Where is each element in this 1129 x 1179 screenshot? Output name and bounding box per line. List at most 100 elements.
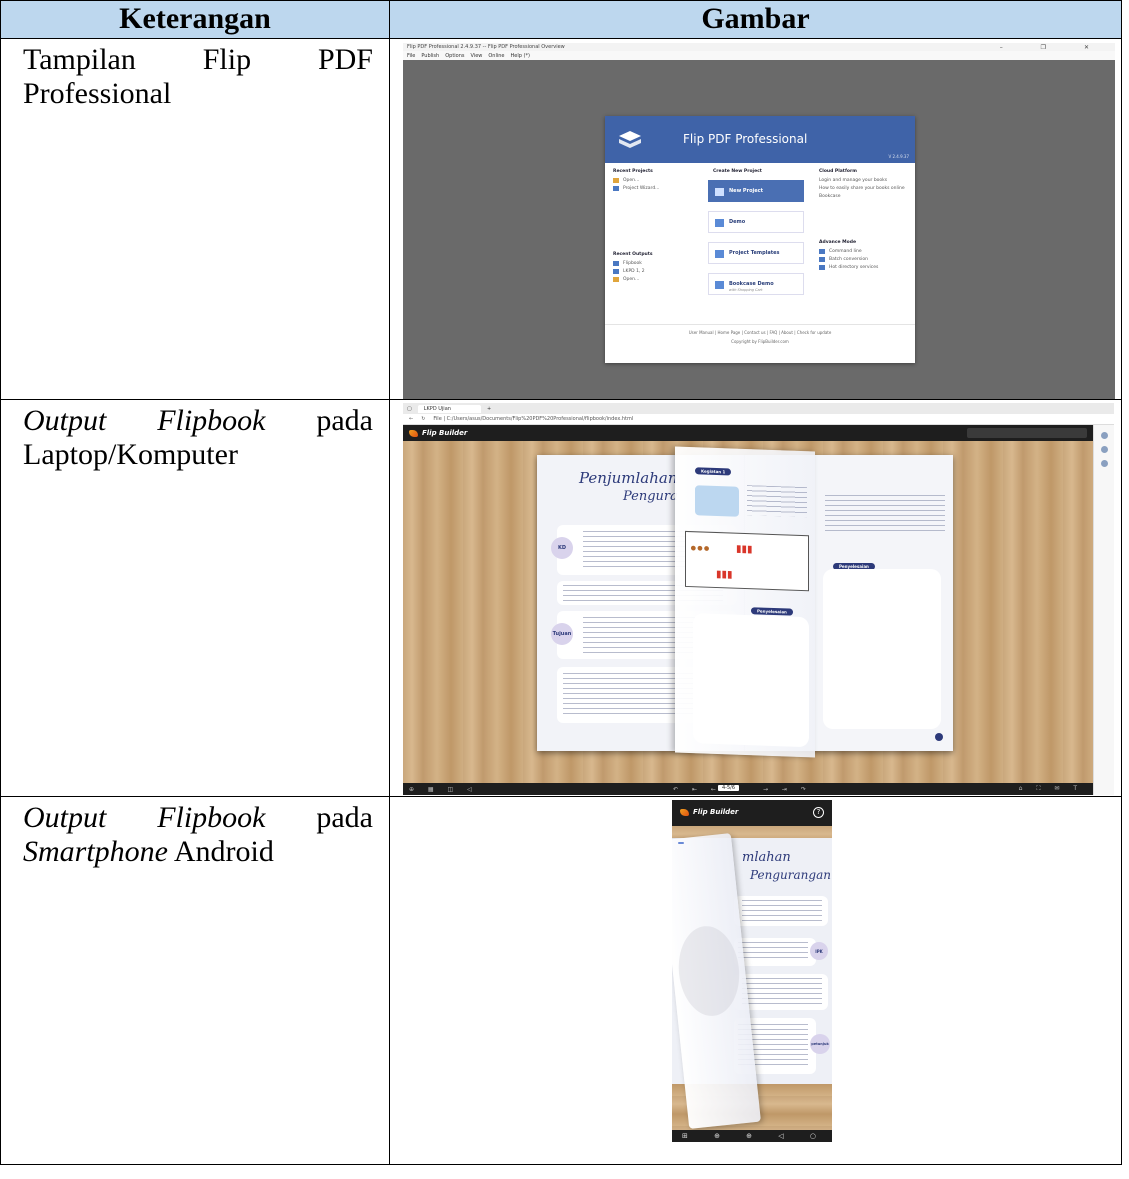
- menu-view: View: [470, 52, 483, 59]
- flip-pdf-screenshot: Flip PDF Professional 2.4.9.37 -- Flip P…: [403, 43, 1115, 399]
- desc-word: Smartphone: [23, 835, 168, 868]
- phone-topbar: Flip Builder ?: [672, 800, 832, 826]
- recent-projects: Recent Projects Open... Project Wizard..…: [613, 169, 659, 194]
- tool-icons-left: ⊕ ▦ ◫ ◁: [409, 785, 478, 793]
- recent-outputs: Recent Outputs Flipbook LKPD 1, 2 Open..…: [613, 252, 653, 285]
- desc-cell: Output Flipbook pada Smartphone Android: [0, 796, 390, 1165]
- watermark-shape: [674, 923, 744, 1019]
- page-title: Pengura: [623, 489, 678, 504]
- desc-word: Tampilan: [23, 43, 136, 76]
- search-input: [967, 428, 1087, 438]
- folder-icon: [613, 269, 619, 274]
- dialog-divider: [605, 324, 915, 325]
- new-tab-icon: +: [486, 405, 492, 412]
- address-bar: ← ↻ File | C:/Users/asus/Documents/Flip%…: [403, 414, 1114, 425]
- ipk-text: [738, 942, 808, 962]
- advance-item: Batch conversion: [819, 257, 878, 262]
- brand-logo: Flip Builder: [680, 808, 738, 816]
- cloud-item: How to easily share your books online: [819, 186, 905, 191]
- folder-icon: [613, 178, 619, 183]
- window-icon: ▢: [407, 405, 412, 412]
- desc-line: Smartphone Android: [23, 835, 373, 869]
- recent-item-label: Open...: [623, 277, 640, 282]
- flipbook-toolbar: ⊕ ▦ ◫ ◁ ↶ ⇤ ← 4-5/6 → ⇥ ↷ ⌂ ⛶ ✉ T: [403, 783, 1093, 795]
- header-keterangan: Keterangan: [0, 0, 390, 39]
- header-gambar: Gambar: [389, 0, 1122, 39]
- recent-item: Open...: [613, 178, 659, 183]
- version-label: V 2.4.9.37: [888, 154, 909, 159]
- phone-toolbar: ⊞ ⊕ ⊕ ◁ ○ ⊖: [672, 1130, 832, 1142]
- food-table: ●●● ▮▮▮ ▮▮▮: [685, 530, 809, 592]
- document-icon: [613, 186, 619, 191]
- new-project-button: New Project: [708, 180, 804, 202]
- page-title: Pengurangan: [750, 868, 831, 882]
- tool-icons-right: ⌂ ⛶ ✉ T: [1018, 785, 1083, 792]
- recent-item-label: Open...: [623, 178, 640, 183]
- turning-page: Kegiatan 1 ●●● ▮▮▮ ▮▮▮ Penyelesaian: [675, 446, 815, 758]
- templates-label: Project Templates: [729, 250, 780, 256]
- petunjuk-circle: petunjuk: [810, 1034, 830, 1054]
- dialog-footer: User Manual | Home Page | Contact us | F…: [605, 328, 915, 346]
- create-new-heading: Create New Project: [713, 169, 762, 174]
- desktop-flipbook-screenshot: ▢ LKPD Ujian + ← ↻ File | C:/Users/asus/…: [403, 403, 1114, 795]
- cloud-item: Bookcase: [819, 194, 841, 199]
- cloud-platform: Cloud Platform Login and manage your boo…: [819, 169, 905, 202]
- footer-links: User Manual | Home Page | Contact us | F…: [688, 330, 832, 335]
- desc-word: PDF: [317, 43, 373, 76]
- tujuan-circle: Tujuan: [551, 623, 573, 645]
- app-menu-bar: File Publish Options View Online Help (*…: [403, 51, 1115, 60]
- desc-word: Flipbook: [157, 404, 266, 437]
- kd-text: [742, 900, 822, 922]
- table-row: Output Flipbook pada Laptop/Komputer ▢ L…: [0, 399, 1122, 797]
- advance-item-label: Hot directory services: [829, 265, 879, 270]
- image-cell: Flip PDF Professional 2.4.9.37 -- Flip P…: [389, 38, 1122, 400]
- desc-word: pada: [316, 801, 373, 834]
- advance-mode: Advance Mode Command line Batch conversi…: [819, 240, 878, 273]
- menu-publish: Publish: [421, 52, 440, 59]
- bookcase-demo-button: Bookcase Demo with Shopping Cart: [708, 273, 804, 295]
- tujuan-text: [742, 978, 822, 1006]
- cloud-heading: Cloud Platform: [819, 169, 857, 174]
- advance-item-label: Batch conversion: [829, 257, 868, 262]
- flipbook-icon: [619, 131, 641, 148]
- image-cell: ▢ LKPD Ujian + ← ↻ File | C:/Users/asus/…: [389, 399, 1122, 797]
- table-header-row: Keterangan Gambar: [0, 0, 1122, 39]
- nav-icons-left: ↶ ⇤ ←: [673, 785, 722, 793]
- open-flipbook: Penjumlahan Pengura KD Tujuan Penyelesai…: [537, 446, 953, 758]
- document-table: Keterangan Gambar Tampilan Flip PDF Prof…: [0, 0, 1122, 1165]
- folder-icon: [819, 265, 825, 270]
- cloud-item: Login and manage your books: [819, 178, 888, 183]
- brand-name: Flip Builder: [422, 429, 468, 437]
- kd-circle: KD: [551, 537, 573, 559]
- page-number: [935, 733, 943, 741]
- demo-button: Demo: [708, 211, 804, 233]
- illustration: [695, 485, 739, 517]
- reload-icon: ↻: [421, 416, 426, 422]
- recent-item: Flipbook: [613, 261, 653, 266]
- recent-item-label: LKPD 1, 2: [623, 269, 645, 274]
- answer-box: [693, 613, 809, 748]
- new-project-label: New Project: [729, 188, 763, 194]
- wood-background: Penjumlahan Pengura KD Tujuan Penyelesai…: [403, 441, 1093, 783]
- demo-label: Demo: [729, 219, 746, 225]
- folder-icon: [613, 277, 619, 282]
- help-icon: ?: [813, 807, 824, 818]
- flipbook-topbar: Flip Builder: [403, 425, 1093, 441]
- penyelesaian-badge: Penyelesaian: [751, 607, 793, 616]
- desc-word: Output: [23, 404, 107, 437]
- url-text: File | C:/Users/asus/Documents/Flip%20PD…: [433, 416, 634, 422]
- bookcase-sub: with Shopping Cart: [729, 288, 763, 292]
- fries-icon: ▮▮▮: [716, 568, 733, 581]
- page-title: mlahan: [742, 850, 791, 865]
- menu-file: File: [407, 52, 416, 59]
- recent-item-label: Project Wizard...: [623, 186, 660, 191]
- page-indicator: 4-5/6: [718, 785, 740, 791]
- flipbuilder-icon: [680, 808, 689, 816]
- browser-tabs: ▢ LKPD Ujian +: [403, 403, 1114, 414]
- page-title: Penjumlahan: [579, 469, 678, 487]
- bookcase-label: Bookcase Demo: [729, 281, 774, 287]
- latihan-badge: Kegiatan 1: [695, 467, 732, 476]
- advance-item: Command line: [819, 249, 878, 254]
- answer-box: [823, 569, 941, 729]
- desc-word: Output: [23, 801, 107, 834]
